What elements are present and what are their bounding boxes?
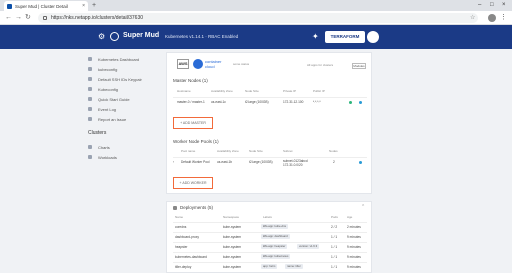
add-worker-button[interactable]: + ADD WORKER	[173, 177, 213, 189]
flag-icon	[88, 117, 92, 121]
label-tag: k8s-app: kube-dns	[261, 224, 289, 229]
download-icon	[88, 67, 92, 71]
profile-avatar[interactable]	[488, 14, 496, 22]
collapse-chevron-icon[interactable]: ⌃	[361, 204, 365, 210]
key-icon	[88, 77, 92, 81]
deployments-icon	[173, 206, 177, 210]
provider-status: some status	[233, 62, 250, 66]
reload-icon[interactable]: ↻	[25, 13, 31, 23]
all-apps-text: All apps for clusters	[307, 63, 334, 67]
favicon-icon	[7, 3, 12, 9]
back-icon[interactable]: ←	[5, 13, 12, 23]
provider-name: container cloud	[205, 59, 222, 69]
notifications-icon[interactable]: ✦	[312, 32, 319, 41]
minimize-icon[interactable]: –	[478, 1, 481, 9]
table-row[interactable]: master-0 / master-1 us-east-1c t2.large …	[173, 97, 367, 105]
add-master-button[interactable]: + ADD MASTER	[173, 117, 213, 129]
terraform-button[interactable]: TERRAFORM	[325, 31, 365, 43]
sidebar-item-report-issue[interactable]: Report an Issue	[88, 115, 160, 123]
brand-name[interactable]: Super Mud	[123, 32, 159, 39]
sidebar-item-ssh-keypair[interactable]: Default SSH IDs Keypair	[88, 75, 160, 83]
sidebar-item-charts[interactable]: Charts	[88, 143, 160, 151]
aws-logo: AWS	[177, 59, 189, 69]
browser-tab-bar: Super Mud | Cluster Detail × + – □ ×	[0, 0, 512, 11]
label-tag: app: helm	[261, 264, 278, 269]
sidebar-item-kubeconfig-2[interactable]: Kubeconfig	[88, 85, 160, 93]
sidebar-item-kubeconfig[interactable]: kubeconfig	[88, 65, 160, 73]
app-logo-icon	[110, 32, 119, 41]
tab-title: Super Mud | Cluster Detail	[15, 3, 68, 9]
master-table-header: Hostname Availability Zone Node Size Pri…	[177, 89, 325, 93]
dashboard-icon	[88, 57, 92, 61]
info-icon[interactable]	[359, 101, 362, 104]
maximize-icon[interactable]: □	[490, 1, 494, 9]
browser-menu-icon[interactable]: ⋮	[500, 13, 507, 23]
sidebar-section-heading: Clusters	[88, 130, 107, 136]
deployments-table-header: Name Namespace Labels Pods Age	[175, 215, 353, 219]
file-icon	[88, 87, 92, 91]
info-icon[interactable]	[359, 161, 362, 164]
chart-icon	[88, 145, 92, 149]
user-avatar[interactable]	[367, 31, 379, 43]
cluster-info: Kubernetes v1.14.1 · RBAC Enabled	[165, 34, 239, 39]
browser-toolbar: ← → ↻ https://nks.netapp.io/clusters/det…	[0, 11, 512, 25]
workload-icon	[88, 155, 92, 159]
lock-icon	[43, 16, 47, 20]
table-row[interactable]: kubernetes-dashboard kube-system k8s-app…	[173, 252, 367, 260]
close-tab-icon[interactable]: ×	[82, 3, 85, 9]
label-tag: version: v1.6.3	[297, 244, 320, 249]
sidebar-item-kubernetes-dashboard[interactable]: Kubernetes Dashboard	[88, 55, 160, 63]
new-tab-icon[interactable]: +	[92, 1, 96, 10]
modules-dropdown[interactable]: Modules	[352, 63, 366, 69]
sidebar-item-event-log[interactable]: Event Log	[88, 105, 160, 113]
deployments-title: Deployments (5)	[180, 205, 214, 210]
table-row[interactable]: tiller-deploy kube-system app: helm name…	[173, 262, 367, 270]
status-ok-icon	[349, 101, 352, 104]
table-row[interactable]: › Default Worker Pool us-east-1b t2.larg…	[173, 157, 367, 167]
table-row[interactable]: coredns kube-system k8s-app: kube-dns 2 …	[173, 222, 367, 230]
label-tag: k8s-app: dashboard	[261, 234, 290, 239]
expand-chevron-icon[interactable]: ›	[173, 160, 174, 164]
sidebar-item-workloads[interactable]: Workloads	[88, 153, 160, 161]
table-row[interactable]: dashboard-proxy kube-system k8s-app: das…	[173, 232, 367, 240]
master-nodes-title: Master Nodes (1)	[173, 78, 208, 83]
app-header: ⚙ Super Mud Kubernetes v1.14.1 · RBAC En…	[0, 25, 512, 49]
worker-table-header: Pool name Availability Zone Node Size Su…	[181, 149, 338, 153]
label-tag: name: tiller	[285, 264, 303, 269]
browser-tab[interactable]: Super Mud | Cluster Detail ×	[4, 1, 88, 11]
settings-gear-icon[interactable]: ⚙	[98, 32, 105, 41]
worker-pools-title: Worker Node Pools (1)	[173, 139, 219, 144]
book-icon	[88, 97, 92, 101]
table-row[interactable]: heapster kube-system k8s-app: heapster v…	[173, 242, 367, 250]
page-body: Kubernetes Dashboard kubeconfig Default …	[0, 49, 512, 273]
cluster-nodes-card: AWS container cloud some status All apps …	[166, 52, 372, 194]
sidebar-item-quick-start[interactable]: Quick Start Guide	[88, 95, 160, 103]
address-bar[interactable]: https://nks.netapp.io/clusters/detail/37…	[38, 13, 478, 23]
label-tag: k8s-app: kubernetes	[261, 254, 291, 259]
deployments-card: Deployments (5) ⌃ Name Namespace Labels …	[166, 201, 372, 273]
list-icon	[88, 107, 92, 111]
sidebar: Kubernetes Dashboard kubeconfig Default …	[88, 49, 160, 273]
close-window-icon[interactable]: ×	[502, 1, 506, 9]
url-text: https://nks.netapp.io/clusters/detail/37…	[51, 15, 144, 21]
bookmark-star-icon[interactable]: ☆	[470, 14, 475, 21]
forward-icon[interactable]: →	[15, 13, 22, 23]
label-tag: k8s-app: heapster	[261, 244, 288, 249]
cloud-provider-icon	[193, 59, 203, 69]
